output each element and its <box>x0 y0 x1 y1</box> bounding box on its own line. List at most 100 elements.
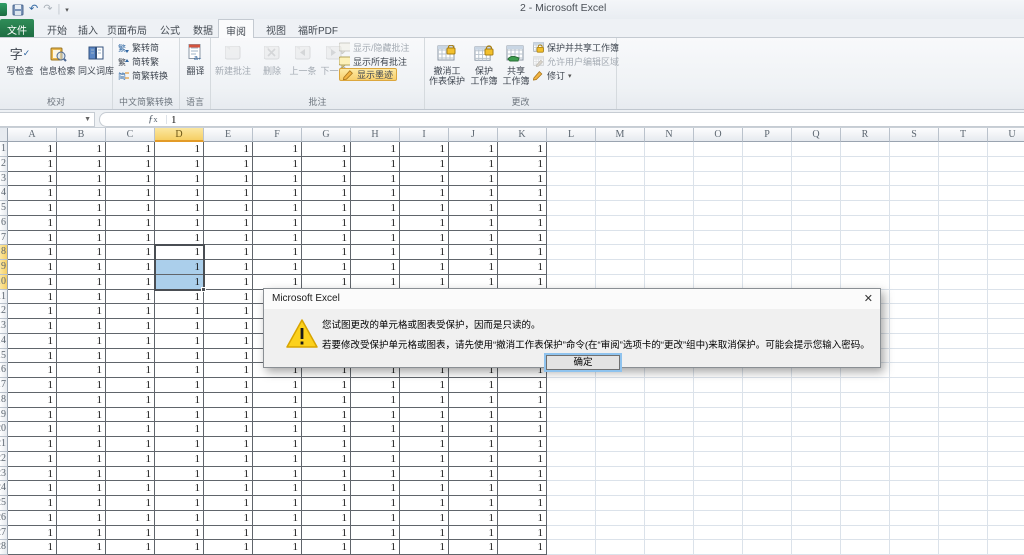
row-header-10[interactable]: 10 <box>0 275 8 290</box>
cell-A16[interactable]: 1 <box>8 363 57 378</box>
cell-L17[interactable] <box>547 378 596 393</box>
cell-P1[interactable] <box>743 142 792 157</box>
cell-R2[interactable] <box>841 157 890 172</box>
cell-S3[interactable] <box>890 172 939 187</box>
column-header-J[interactable]: J <box>449 128 498 142</box>
cell-D4[interactable]: 1 <box>155 186 204 201</box>
name-box-dropdown-icon[interactable]: ▼ <box>84 116 91 123</box>
cell-S13[interactable] <box>890 319 939 334</box>
cell-U20[interactable] <box>988 422 1024 437</box>
cell-H8[interactable]: 1 <box>351 245 400 260</box>
track-changes-button[interactable]: 修订 ▾ <box>533 69 572 82</box>
cell-K3[interactable]: 1 <box>498 172 547 187</box>
cell-B13[interactable]: 1 <box>57 319 106 334</box>
cell-E24[interactable]: 1 <box>204 481 253 496</box>
cell-T26[interactable] <box>939 511 988 526</box>
cell-N28[interactable] <box>645 540 694 555</box>
cell-N19[interactable] <box>645 408 694 423</box>
cell-P7[interactable] <box>743 231 792 246</box>
cell-H3[interactable]: 1 <box>351 172 400 187</box>
column-header-T[interactable]: T <box>939 128 988 142</box>
cell-S19[interactable] <box>890 408 939 423</box>
cell-U12[interactable] <box>988 304 1024 319</box>
cell-M1[interactable] <box>596 142 645 157</box>
cell-C7[interactable]: 1 <box>106 231 155 246</box>
cell-B28[interactable]: 1 <box>57 540 106 555</box>
cell-K26[interactable]: 1 <box>498 511 547 526</box>
cell-H19[interactable]: 1 <box>351 408 400 423</box>
cell-I1[interactable]: 1 <box>400 142 449 157</box>
cell-U28[interactable] <box>988 540 1024 555</box>
cell-R20[interactable] <box>841 422 890 437</box>
cell-U3[interactable] <box>988 172 1024 187</box>
cell-C16[interactable]: 1 <box>106 363 155 378</box>
save-icon[interactable] <box>12 4 24 16</box>
column-header-B[interactable]: B <box>57 128 106 142</box>
tab-review[interactable]: 审阅 <box>218 19 254 38</box>
row-header-1[interactable]: 1 <box>0 142 8 157</box>
cell-S6[interactable] <box>890 216 939 231</box>
cell-L5[interactable] <box>547 201 596 216</box>
cell-E25[interactable]: 1 <box>204 496 253 511</box>
cell-E2[interactable]: 1 <box>204 157 253 172</box>
cell-B25[interactable]: 1 <box>57 496 106 511</box>
previous-comment-button[interactable]: 上一条 <box>289 40 317 96</box>
cell-K20[interactable]: 1 <box>498 422 547 437</box>
cell-F24[interactable]: 1 <box>253 481 302 496</box>
cell-T22[interactable] <box>939 452 988 467</box>
cell-C25[interactable]: 1 <box>106 496 155 511</box>
cell-S25[interactable] <box>890 496 939 511</box>
cell-C8[interactable]: 1 <box>106 245 155 260</box>
cell-U2[interactable] <box>988 157 1024 172</box>
cell-G5[interactable]: 1 <box>302 201 351 216</box>
cell-M24[interactable] <box>596 481 645 496</box>
cell-Q28[interactable] <box>792 540 841 555</box>
cell-N17[interactable] <box>645 378 694 393</box>
cell-I19[interactable]: 1 <box>400 408 449 423</box>
cell-H2[interactable]: 1 <box>351 157 400 172</box>
cell-O3[interactable] <box>694 172 743 187</box>
cell-D20[interactable]: 1 <box>155 422 204 437</box>
cell-I9[interactable]: 1 <box>400 260 449 275</box>
cell-T27[interactable] <box>939 526 988 541</box>
cell-S22[interactable] <box>890 452 939 467</box>
cell-A28[interactable]: 1 <box>8 540 57 555</box>
column-header-H[interactable]: H <box>351 128 400 142</box>
cell-F26[interactable]: 1 <box>253 511 302 526</box>
column-header-K[interactable]: K <box>498 128 547 142</box>
cell-C5[interactable]: 1 <box>106 201 155 216</box>
cell-S20[interactable] <box>890 422 939 437</box>
spell-check-button[interactable]: 字✓ 写检查 <box>0 40 40 96</box>
cell-A1[interactable]: 1 <box>8 142 57 157</box>
column-header-D[interactable]: D <box>155 128 204 142</box>
cell-L8[interactable] <box>547 245 596 260</box>
cell-J8[interactable]: 1 <box>449 245 498 260</box>
translate-button[interactable]: a₊ 翻译 <box>181 40 210 96</box>
row-header-28[interactable]: 28 <box>0 540 8 555</box>
cell-K9[interactable]: 1 <box>498 260 547 275</box>
dialog-close-icon[interactable]: ✕ <box>864 292 873 305</box>
row-header-21[interactable]: 21 <box>0 437 8 452</box>
cell-Q27[interactable] <box>792 526 841 541</box>
cell-K19[interactable]: 1 <box>498 408 547 423</box>
cell-D16[interactable]: 1 <box>155 363 204 378</box>
cell-A15[interactable]: 1 <box>8 349 57 364</box>
cell-I25[interactable]: 1 <box>400 496 449 511</box>
cell-H23[interactable]: 1 <box>351 467 400 482</box>
cell-D17[interactable]: 1 <box>155 378 204 393</box>
cell-I7[interactable]: 1 <box>400 231 449 246</box>
cell-U18[interactable] <box>988 393 1024 408</box>
cell-E8[interactable]: 1 <box>204 245 253 260</box>
row-header-18[interactable]: 18 <box>0 393 8 408</box>
cell-T23[interactable] <box>939 467 988 482</box>
cell-J22[interactable]: 1 <box>449 452 498 467</box>
cell-L3[interactable] <box>547 172 596 187</box>
cell-E18[interactable]: 1 <box>204 393 253 408</box>
cell-J26[interactable]: 1 <box>449 511 498 526</box>
cell-E15[interactable]: 1 <box>204 349 253 364</box>
cell-D2[interactable]: 1 <box>155 157 204 172</box>
cell-L21[interactable] <box>547 437 596 452</box>
research-button[interactable]: 信息检索 <box>38 40 77 96</box>
cell-T19[interactable] <box>939 408 988 423</box>
show-all-comments-button[interactable]: 显示所有批注 <box>339 55 407 68</box>
